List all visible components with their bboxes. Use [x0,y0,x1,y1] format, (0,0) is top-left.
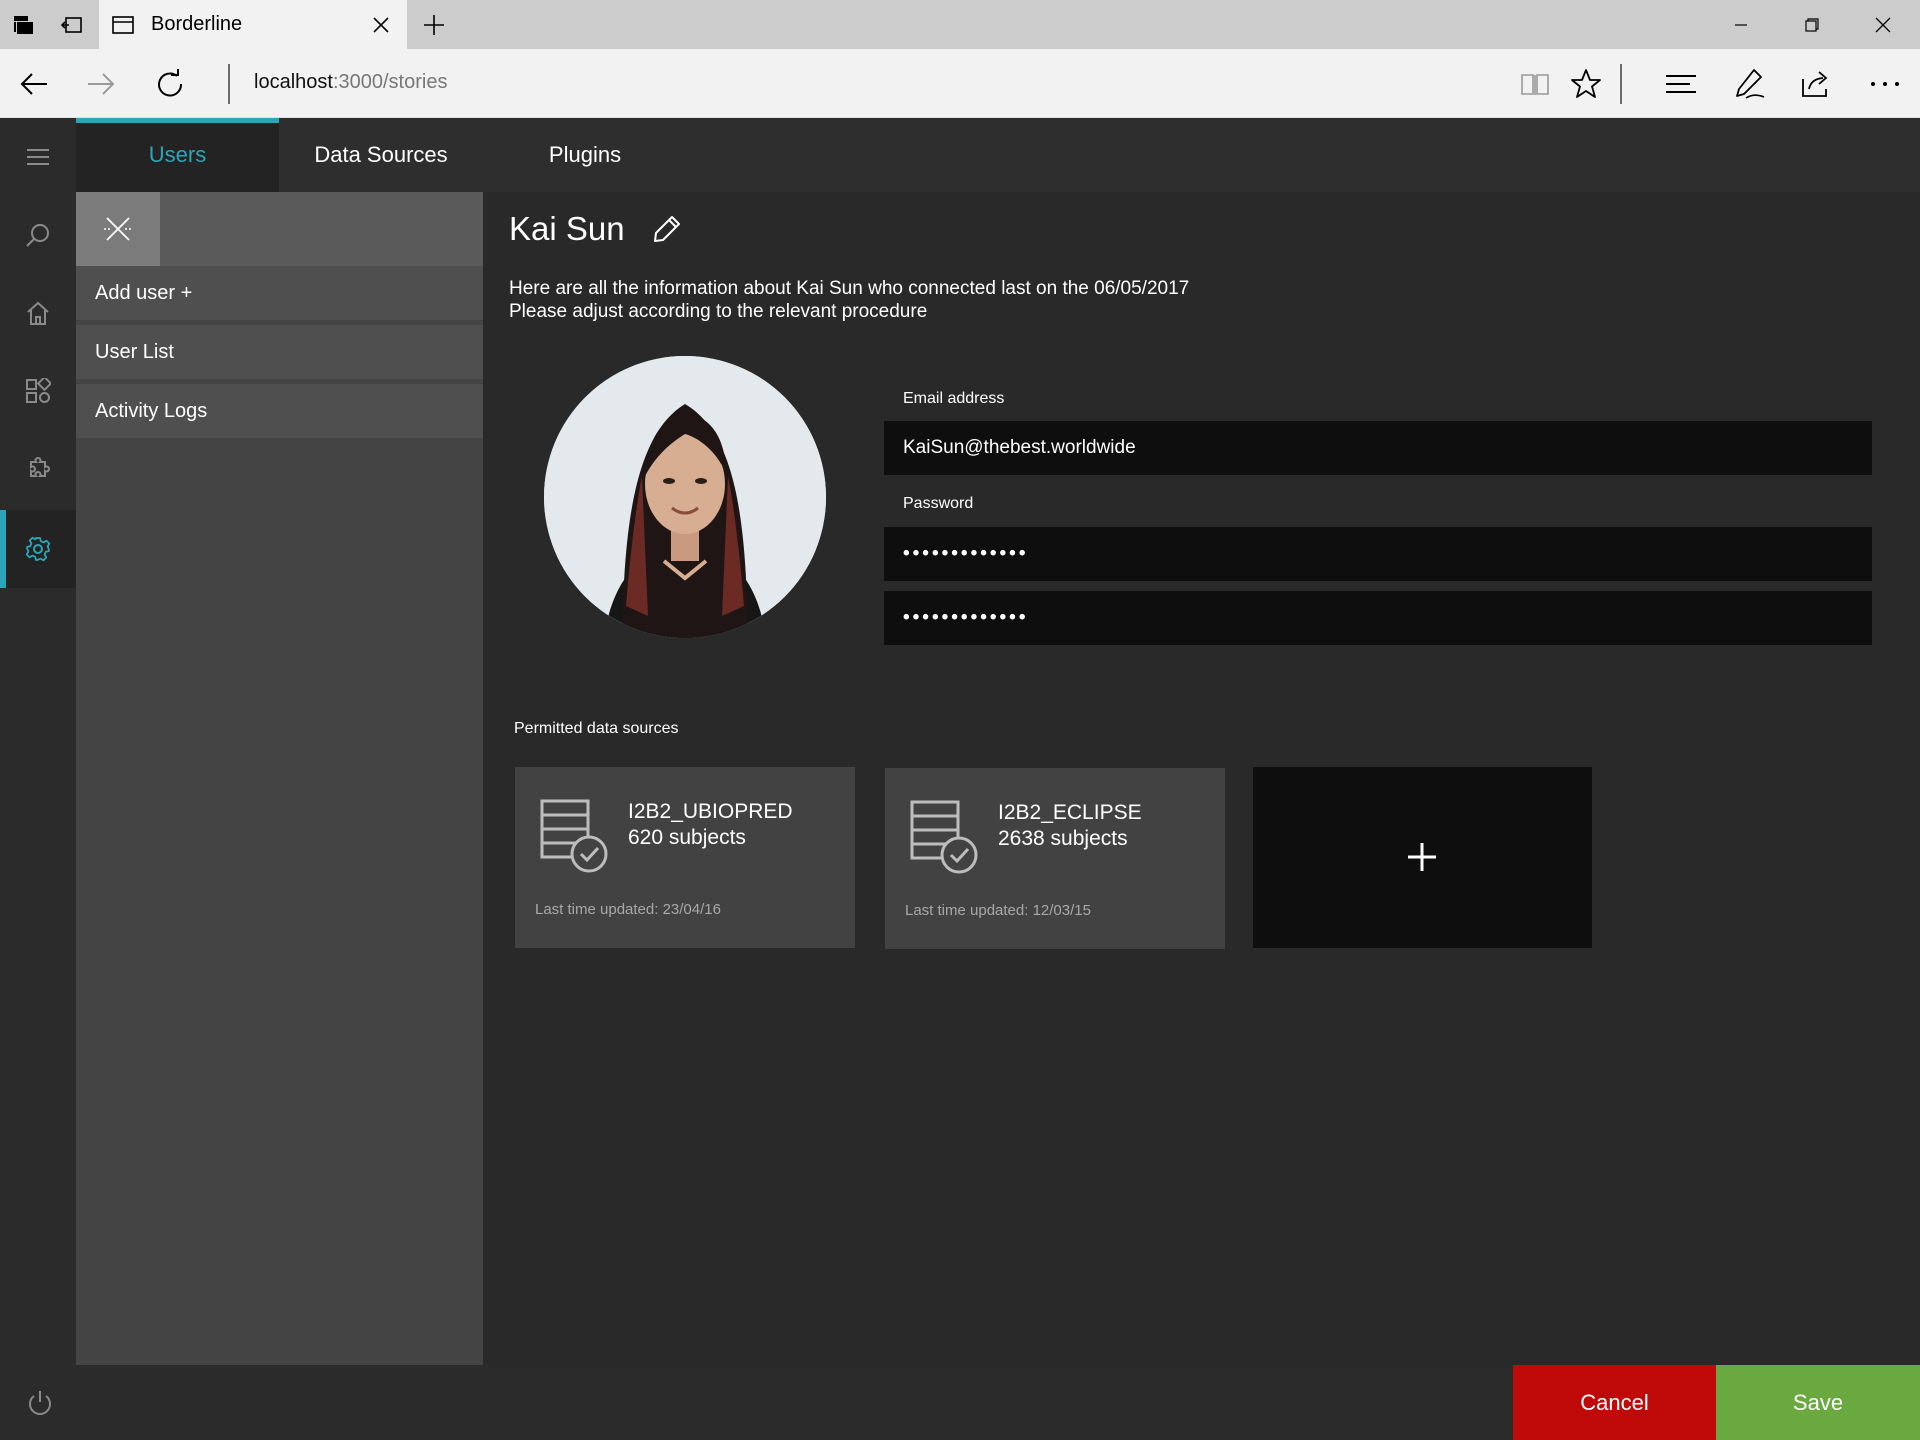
tab-plugins[interactable]: Plugins [483,118,687,192]
intro-line-1: Here are all the information about Kai S… [509,278,1190,299]
browser-tab[interactable]: Borderline [99,0,407,49]
data-source-updated: Last time updated: 12/03/15 [905,902,1091,919]
url-path: :3000/stories [332,71,448,93]
url-field[interactable]: localhost:3000/stories [254,71,447,94]
tab-title: Borderline [151,13,243,35]
data-source-title: I2B2_ECLIPSE 2638 subjects [998,800,1142,852]
search-icon [26,224,49,247]
email-field[interactable]: KaiSun@thebest.worldwide [884,421,1872,475]
subnav-add-user[interactable]: Add user + [76,266,483,320]
home-icon [27,301,49,325]
data-source-name: I2B2_UBIOPRED [628,800,793,823]
plus-icon [1408,843,1436,871]
add-data-source-button[interactable] [1253,767,1592,948]
page-title: Kai Sun [509,210,625,247]
user-intro: Here are all the information about Kai S… [509,277,1189,323]
password-label: Password [903,495,974,512]
avatar [544,356,826,638]
rail-search[interactable] [0,196,76,274]
footer-bar: Cancel Save [0,1365,1920,1440]
save-button[interactable]: Save [1716,1365,1920,1440]
reading-view-icon[interactable] [1518,67,1552,101]
rail-home[interactable] [0,274,76,352]
close-window-icon[interactable] [1870,12,1896,38]
pencil-icon[interactable] [652,214,682,244]
tab-users[interactable]: Users [76,118,279,192]
rail-plugins[interactable] [0,430,76,508]
password-field[interactable]: ••••••••••••• [884,527,1872,581]
gear-icon [25,536,51,562]
app-tabs: Users Data Sources Plugins [76,118,1920,192]
data-source-subjects: 620 subjects [628,826,746,849]
data-source-updated: Last time updated: 23/04/16 [535,901,721,918]
puzzle-icon [30,457,50,477]
database-check-icon [540,799,608,873]
address-bar: localhost:3000/stories [0,49,1920,118]
window-icon [111,13,135,37]
subnav-header [76,192,483,266]
subnav-activity-logs[interactable]: Activity Logs [76,384,483,438]
password-confirm-field[interactable]: ••••••••••••• [884,591,1872,645]
restore-icon[interactable] [1799,12,1825,38]
subnav-user-list[interactable]: User List [76,325,483,379]
menu-button[interactable] [0,118,76,196]
rail-settings[interactable] [0,510,76,588]
data-source-name: I2B2_ECLIPSE [998,801,1142,824]
collapse-button[interactable] [76,192,160,266]
menu-icon [27,149,49,165]
close-icon[interactable] [369,13,393,37]
browser-titlebar: Borderline [0,0,1920,49]
power-icon[interactable] [26,1389,54,1417]
permitted-data-sources-label: Permitted data sources [514,720,679,737]
intro-line-2: Please adjust according to the relevant … [509,301,928,322]
hub-icon[interactable] [1664,67,1698,101]
user-detail-panel: Kai Sun Here are all the information abo… [483,192,1920,1365]
data-source-card[interactable]: I2B2_ECLIPSE 2638 subjects Last time upd… [885,768,1225,949]
tab-data-sources[interactable]: Data Sources [279,118,483,192]
url-host: localhost [254,71,333,93]
refresh-icon[interactable] [153,67,187,101]
back-tabs-icon[interactable] [60,13,84,37]
plus-icon[interactable] [421,12,447,38]
data-source-card[interactable]: I2B2_UBIOPRED 620 subjects Last time upd… [515,767,855,948]
back-arrow-icon[interactable] [17,67,51,101]
crossed-tools-icon [104,217,132,241]
cancel-button[interactable]: Cancel [1513,1365,1716,1440]
more-icon[interactable] [1868,67,1902,101]
apps-icon [26,378,51,403]
url-separator [228,64,230,104]
toolbar-separator [1620,64,1622,104]
tab-actions-icon[interactable] [12,13,36,37]
rail-apps[interactable] [0,352,76,430]
minimize-icon[interactable] [1728,12,1754,38]
star-icon[interactable] [1569,67,1603,101]
pen-icon[interactable] [1732,67,1766,101]
database-check-icon [910,800,978,874]
data-source-subjects: 2638 subjects [998,827,1128,850]
forward-arrow-icon[interactable] [84,67,118,101]
left-rail [0,118,76,1440]
share-icon[interactable] [1799,67,1833,101]
users-subnav: Add user + User List Activity Logs [76,192,483,1365]
email-label: Email address [903,390,1005,407]
data-source-title: I2B2_UBIOPRED 620 subjects [628,799,793,851]
